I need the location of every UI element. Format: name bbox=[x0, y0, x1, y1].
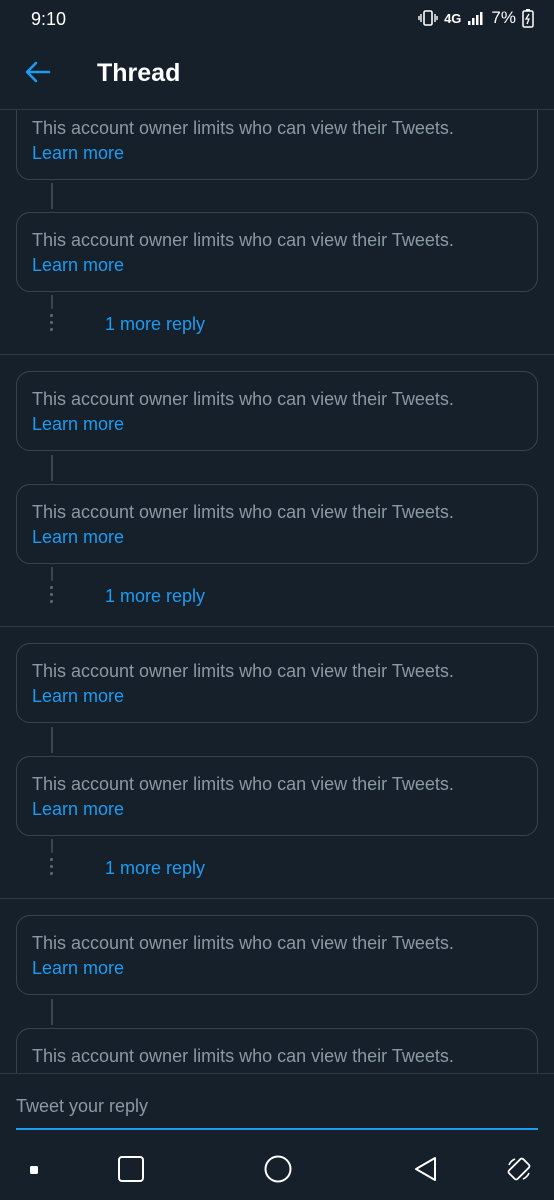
more-reply-link[interactable]: 1 more reply bbox=[105, 858, 205, 879]
battery-percent: 7% bbox=[491, 8, 516, 27]
restricted-tweet-card: This account owner limits who can view t… bbox=[16, 371, 538, 451]
reply-composer bbox=[0, 1073, 554, 1143]
rotate-screen-button[interactable] bbox=[501, 1153, 537, 1189]
thread-divider bbox=[0, 626, 554, 627]
small-square-icon bbox=[29, 1162, 39, 1180]
page-title: Thread bbox=[97, 59, 181, 87]
reply-input[interactable] bbox=[16, 1092, 538, 1130]
restricted-message: This account owner limits who can view t… bbox=[32, 230, 454, 250]
back-button[interactable] bbox=[20, 58, 56, 90]
thread-ellipsis-icon bbox=[50, 586, 54, 607]
restricted-tweet-card: This account owner limits who can view t… bbox=[16, 643, 538, 723]
learn-more-link[interactable]: Learn more bbox=[32, 799, 124, 820]
status-bar: 9:10 4G 7% bbox=[0, 0, 554, 38]
status-time: 9:10 bbox=[31, 9, 67, 29]
more-reply-link[interactable]: 1 more reply bbox=[105, 314, 205, 335]
thread-connector bbox=[51, 999, 53, 1025]
thread-divider bbox=[0, 354, 554, 355]
rotate-icon bbox=[505, 1155, 533, 1188]
status-icons: 4G 7% bbox=[418, 8, 534, 28]
back-arrow-icon bbox=[25, 61, 51, 88]
restricted-message: This account owner limits who can view t… bbox=[32, 774, 454, 794]
thread-connector bbox=[51, 455, 53, 481]
thread-divider bbox=[0, 898, 554, 899]
nav-menu-button[interactable] bbox=[16, 1153, 52, 1189]
thread-connector bbox=[51, 183, 53, 209]
learn-more-link[interactable]: Learn more bbox=[32, 686, 124, 707]
recent-apps-button[interactable] bbox=[113, 1153, 149, 1189]
square-icon bbox=[117, 1155, 145, 1188]
learn-more-link[interactable]: Learn more bbox=[32, 255, 124, 276]
more-reply-link[interactable]: 1 more reply bbox=[105, 586, 205, 607]
thread-connector bbox=[51, 839, 53, 853]
triangle-back-icon bbox=[412, 1155, 440, 1188]
thread-connector bbox=[51, 567, 53, 581]
system-nav-bar bbox=[0, 1143, 554, 1200]
vibrate-icon bbox=[418, 9, 438, 27]
learn-more-link[interactable]: Learn more bbox=[32, 414, 124, 435]
restricted-tweet-card: This account owner limits who can view t… bbox=[16, 915, 538, 995]
app-header: Thread bbox=[0, 38, 554, 110]
learn-more-link[interactable]: Learn more bbox=[32, 958, 124, 979]
restricted-message: This account owner limits who can view t… bbox=[32, 389, 454, 409]
restricted-tweet-card: This account owner limits who can view t… bbox=[16, 484, 538, 564]
restricted-message: This account owner limits who can view t… bbox=[32, 933, 454, 953]
restricted-message: This account owner limits who can view t… bbox=[32, 1046, 454, 1066]
restricted-tweet-card: This account owner limits who can view t… bbox=[16, 1028, 538, 1073]
restricted-message: This account owner limits who can view t… bbox=[32, 661, 454, 681]
network-label: 4G bbox=[444, 10, 462, 26]
restricted-tweet-card: This account owner limits who can view t… bbox=[16, 212, 538, 292]
signal-icon bbox=[467, 10, 485, 26]
learn-more-link[interactable]: Learn more bbox=[32, 143, 124, 164]
thread-ellipsis-icon bbox=[50, 314, 54, 335]
back-nav-button[interactable] bbox=[408, 1153, 444, 1189]
thread-list[interactable]: This account owner limits who can view t… bbox=[0, 110, 554, 1073]
thread-connector bbox=[51, 727, 53, 753]
thread-ellipsis-icon bbox=[50, 858, 54, 879]
home-button[interactable] bbox=[260, 1153, 296, 1189]
circle-icon bbox=[263, 1154, 293, 1189]
thread-connector bbox=[51, 295, 53, 309]
battery-icon bbox=[522, 8, 534, 28]
restricted-message: This account owner limits who can view t… bbox=[32, 502, 454, 522]
restricted-tweet-card: This account owner limits who can view t… bbox=[16, 110, 538, 180]
learn-more-link[interactable]: Learn more bbox=[32, 527, 124, 548]
restricted-message: This account owner limits who can view t… bbox=[32, 118, 454, 138]
restricted-tweet-card: This account owner limits who can view t… bbox=[16, 756, 538, 836]
